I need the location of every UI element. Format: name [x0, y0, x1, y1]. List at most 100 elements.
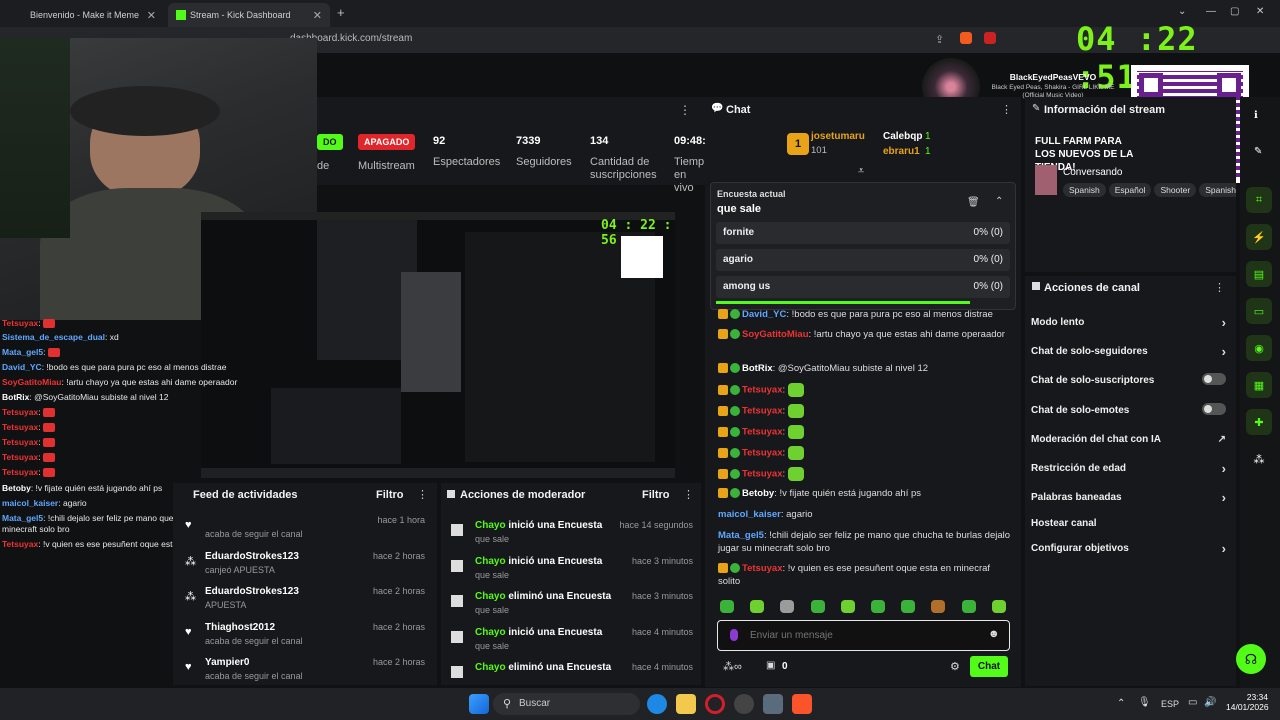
activity-row[interactable]: ♥ Yampier0 acaba de seguir el canal hace 2 … [173, 655, 433, 685]
file-explorer-icon[interactable] [676, 694, 696, 714]
support-headset-icon[interactable]: ☊ [1236, 644, 1266, 674]
more-icon[interactable]: ⋮ [683, 488, 694, 501]
maximize-icon[interactable]: ▢ [1230, 6, 1239, 17]
more-icon[interactable]: ⋮ [679, 103, 691, 117]
tag[interactable]: Spanish [1063, 183, 1106, 197]
sidebar-wrench-icon[interactable]: ✚ [1246, 409, 1272, 435]
system-clock[interactable]: 23:34 14/01/2026 [1226, 692, 1269, 712]
mod-action-row[interactable]: Chayo eliminó una Encuesta hace 4 minutos [441, 660, 699, 685]
channel-action-item[interactable]: Moderación del chat con IA ↗ [1031, 434, 1226, 445]
emote-icon[interactable] [720, 600, 734, 613]
chat-username[interactable]: Tetsuyax [742, 385, 782, 396]
mod-action-row[interactable]: Chayo inició una Encuesta que sale hace 3 … [441, 554, 699, 590]
chat-username[interactable]: Tetsuyax [742, 469, 782, 480]
chat-username[interactable]: Tetsuyax [742, 406, 782, 417]
mod-user[interactable]: Chayo [475, 627, 506, 638]
sidebar-bolt-icon[interactable]: ⚡ [1246, 224, 1272, 250]
chat-username[interactable]: maicol_kaiser [718, 509, 781, 520]
tag[interactable]: Spanish [1199, 183, 1236, 197]
more-icon[interactable]: ⋮ [1001, 103, 1012, 116]
channel-action-item[interactable]: Hostear canal [1031, 518, 1226, 529]
sidebar-chat-icon[interactable]: ▭ [1246, 298, 1272, 324]
mod-user[interactable]: Chayo [475, 520, 506, 531]
activity-filter-button[interactable]: Filtro [376, 489, 404, 501]
emote-icon[interactable] [961, 600, 976, 613]
delete-icon[interactable]: 🗑 [967, 197, 980, 208]
chevron-down-icon[interactable]: ⩡ [858, 165, 864, 178]
tab-search-icon[interactable]: ⌄ [1178, 6, 1186, 17]
edge-icon[interactable] [647, 694, 667, 714]
mod-action-row[interactable]: Chayo inició una Encuesta que sale hace 14… [441, 518, 699, 554]
browser-tab-make-it-meme[interactable]: Bienvenido - Make it Meme ✕ [4, 3, 164, 27]
close-icon[interactable]: ✕ [147, 9, 156, 22]
chat-username[interactable]: Tetsuyax [742, 563, 782, 574]
channel-action-item[interactable]: Chat de solo-seguidores › [1031, 344, 1226, 359]
sidebar-broadcast-icon[interactable]: ◉ [1246, 335, 1272, 361]
emote-icon[interactable] [750, 600, 765, 613]
activity-row[interactable]: ♥ Thiaghost2012 acaba de seguir el canal ha… [173, 620, 433, 656]
network-icon[interactable]: ▭ [1188, 697, 1197, 708]
channel-action-item[interactable]: Modo lento › [1031, 315, 1226, 330]
new-tab-icon[interactable]: + [337, 5, 345, 20]
extension-icon[interactable] [984, 32, 996, 44]
more-icon[interactable]: ⋮ [417, 488, 428, 501]
chat-username[interactable]: Mata_gel5 [718, 530, 764, 541]
emote-icon[interactable] [810, 600, 825, 613]
channel-action-item[interactable]: Configurar objetivos › [1031, 541, 1226, 556]
language-indicator[interactable]: ESP [1161, 699, 1179, 709]
channel-action-item[interactable]: Palabras baneadas › [1031, 490, 1226, 505]
mod-action-row[interactable]: Chayo inició una Encuesta que sale hace 4 … [441, 625, 699, 661]
info-icon[interactable]: ℹ [1254, 110, 1258, 121]
emote-icon[interactable] [871, 600, 885, 613]
activity-row[interactable]: ⁂ EduardoStrokes123 APUESTA hace 2 horas [173, 584, 433, 620]
settings-icon[interactable]: ⚙ [950, 660, 960, 673]
share-icon[interactable]: ⇪ [935, 33, 944, 46]
obs-icon[interactable] [734, 694, 754, 714]
chat-input-box[interactable]: ☻ [717, 620, 1010, 651]
mod-action-row[interactable]: Chayo eliminó una Encuesta que sale hace 3… [441, 589, 699, 625]
points-icon[interactable]: ⁂∞ [723, 660, 742, 673]
chat-message-input[interactable] [750, 626, 980, 644]
taskbar-search[interactable]: ⚲ Buscar [493, 693, 640, 715]
chevron-up-icon[interactable]: ⌃ [995, 196, 1003, 207]
tag[interactable]: Shooter [1154, 183, 1197, 197]
brave-shield-icon[interactable] [960, 32, 972, 44]
volume-icon[interactable]: 🔊 [1204, 697, 1216, 708]
toggle-switch[interactable] [1202, 403, 1226, 415]
mod-filter-button[interactable]: Filtro [642, 489, 670, 501]
close-icon[interactable]: ✕ [313, 9, 322, 22]
gift-icon[interactable]: ▣ [766, 660, 775, 671]
opera-icon[interactable] [705, 694, 725, 714]
emote-icon[interactable] [840, 600, 855, 613]
emote-icon[interactable] [931, 600, 946, 613]
brave-icon[interactable] [792, 694, 812, 714]
activity-row[interactable]: ♥ acaba de seguir el canal hace 1 hora [173, 513, 433, 549]
sidebar-storage-icon[interactable]: ▦ [1246, 372, 1272, 398]
multistream-badge[interactable]: APAGADO [358, 134, 416, 150]
sidebar-screenshot-icon[interactable]: ⌗ [1246, 187, 1272, 213]
tag[interactable]: Español [1108, 183, 1152, 197]
microphone-icon[interactable]: 🎙 [1138, 697, 1151, 708]
emote-icon[interactable] [780, 600, 795, 613]
sidebar-points-icon[interactable]: ⁂ [1246, 446, 1272, 472]
more-icon[interactable]: ⋮ [1214, 281, 1225, 294]
activity-row[interactable]: ⁂ EduardoStrokes123 canjeó APUESTA hace 2 h… [173, 549, 433, 585]
mic-icon[interactable] [730, 629, 738, 641]
channel-action-item[interactable]: Chat de solo-suscriptores [1031, 373, 1226, 386]
sidebar-document-icon[interactable]: ▤ [1246, 261, 1272, 287]
channel-action-item[interactable]: Restricción de edad › [1031, 461, 1226, 476]
edit-icon[interactable]: ✎ [1254, 146, 1262, 157]
mod-user[interactable]: Chayo [475, 556, 506, 567]
emote-icon[interactable] [901, 600, 916, 613]
windows-start-icon[interactable] [469, 694, 489, 714]
chat-username[interactable]: Tetsuyax [742, 448, 782, 459]
chat-username[interactable]: David_YC [742, 309, 786, 320]
chevron-up-icon[interactable]: ⌃ [1117, 698, 1125, 709]
chat-username[interactable]: Tetsuyax [742, 427, 782, 438]
close-window-icon[interactable]: ✕ [1256, 6, 1264, 17]
chat-username[interactable]: Betoby [742, 488, 774, 499]
category-name[interactable]: Conversando [1063, 167, 1122, 178]
settings-app-icon[interactable] [763, 694, 783, 714]
emote-icon[interactable] [991, 600, 1006, 613]
chat-username[interactable]: BotRix [742, 363, 773, 374]
